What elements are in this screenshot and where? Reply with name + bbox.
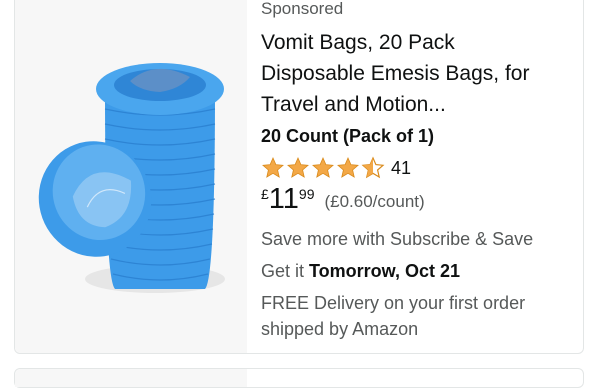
price: £ 11 99 (£0.60/count): [261, 182, 425, 216]
star-rating[interactable]: [261, 156, 385, 180]
variant-label: 20 Count (Pack of 1): [261, 126, 435, 146]
star-full-icon: [262, 157, 284, 178]
delivery-date: Tomorrow, Oct 21: [309, 261, 461, 281]
star-half-icon: [361, 156, 385, 179]
delivery-prefix: Get it: [261, 261, 310, 281]
price-fraction: 99: [298, 186, 315, 202]
next-product-card[interactable]: [14, 368, 584, 388]
sponsored-label: Sponsored: [261, 0, 344, 18]
price-whole: 11: [268, 183, 299, 215]
subscribe-save-text: Save more with Subscribe & Save: [261, 229, 534, 249]
rating-row[interactable]: 41: [261, 156, 411, 180]
free-delivery-text: FREE Delivery on your first order: [261, 293, 526, 313]
blue-emesis-bags-stack-image: [38, 63, 225, 293]
rating-count[interactable]: 41: [391, 158, 411, 179]
next-product-image[interactable]: [15, 369, 247, 387]
product-title-line[interactable]: Vomit Bags, 20 Pack: [261, 27, 571, 58]
product-card[interactable]: Sponsored Vomit Bags, 20 Pack Disposable…: [14, 0, 584, 354]
star-full-icon: [312, 157, 334, 178]
star-full-icon: [337, 157, 359, 178]
unit-price: (£0.60/count): [324, 192, 425, 211]
product-title[interactable]: Vomit Bags, 20 Pack Disposable Emesis Ba…: [261, 27, 571, 120]
product-title-line[interactable]: Disposable Emesis Bags, for: [261, 58, 571, 89]
product-title-line[interactable]: Travel and Motion...: [261, 89, 571, 120]
free-delivery-text: shipped by Amazon: [261, 319, 419, 339]
delivery-estimate: Get it Tomorrow, Oct 21: [261, 261, 460, 282]
price-currency: £: [261, 186, 269, 202]
product-image[interactable]: [15, 0, 247, 353]
star-full-icon: [287, 157, 309, 178]
